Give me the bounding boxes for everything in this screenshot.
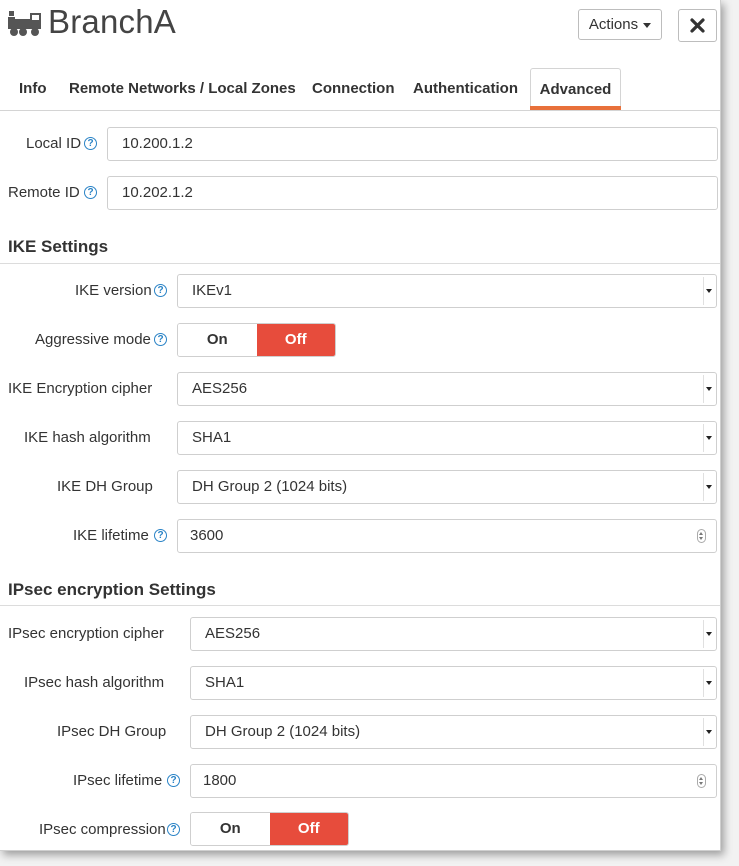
select-arrow-icon <box>703 669 714 697</box>
aggressive-on-option[interactable]: On <box>178 324 257 356</box>
ike-lifetime-value: 3600 <box>190 527 224 544</box>
panel-header: BranchA Actions <box>0 0 720 52</box>
ike-dh-label: IKE DH Group <box>57 478 153 495</box>
tab-bar: Info Remote Networks / Local Zones Conne… <box>0 68 720 111</box>
vpn-peer-panel: BranchA Actions Info Remote Networks / L… <box>0 0 721 851</box>
tab-remote-networks[interactable]: Remote Networks / Local Zones <box>69 68 296 109</box>
select-arrow-icon <box>703 277 714 305</box>
number-spinner-icon[interactable] <box>697 774 706 788</box>
ipsec-cipher-label: IPsec encryption cipher <box>8 625 164 642</box>
select-arrow-icon <box>703 424 714 452</box>
help-icon[interactable]: ? <box>154 529 167 542</box>
ipsec-hash-select[interactable]: SHA1 <box>190 666 717 700</box>
ipsec-cipher-value: AES256 <box>205 625 261 642</box>
aggressive-mode-toggle[interactable]: On Off <box>177 323 336 357</box>
ike-version-select[interactable]: IKEv1 <box>177 274 717 308</box>
ike-cipher-select[interactable]: AES256 <box>177 372 717 406</box>
caret-down-icon <box>643 23 652 28</box>
actions-button[interactable]: Actions <box>578 9 662 40</box>
ipsec-lifetime-label: IPsec lifetime <box>73 772 163 789</box>
aggressive-mode-label: Aggressive mode <box>35 331 151 348</box>
remote-id-field[interactable]: 10.202.1.2 <box>107 176 718 210</box>
ike-hash-label: IKE hash algorithm <box>24 429 151 446</box>
select-arrow-icon <box>703 473 714 501</box>
ike-lifetime-input[interactable]: 3600 <box>177 519 717 553</box>
aggressive-off-option[interactable]: Off <box>256 324 335 356</box>
close-icon <box>690 18 705 33</box>
select-arrow-icon <box>703 718 714 746</box>
ike-version-value: IKEv1 <box>192 282 233 299</box>
page-title: BranchA <box>48 3 176 40</box>
select-arrow-icon <box>703 620 714 648</box>
ipsec-compression-toggle[interactable]: On Off <box>190 812 349 846</box>
help-icon[interactable]: ? <box>84 137 97 150</box>
help-icon[interactable]: ? <box>154 333 167 346</box>
ipsec-lifetime-input[interactable]: 1800 <box>190 764 717 798</box>
section-divider <box>0 263 720 264</box>
ipsec-cipher-select[interactable]: AES256 <box>190 617 717 651</box>
compression-off-option[interactable]: Off <box>269 813 348 845</box>
ipsec-dh-label: IPsec DH Group <box>57 723 167 740</box>
local-id-label: Local ID <box>26 135 82 152</box>
number-spinner-icon[interactable] <box>697 529 706 543</box>
tab-advanced[interactable]: Advanced <box>530 68 621 110</box>
ike-dh-select[interactable]: DH Group 2 (1024 bits) <box>177 470 717 504</box>
ipsec-dh-select[interactable]: DH Group 2 (1024 bits) <box>190 715 717 749</box>
ipsec-compression-label: IPsec compression <box>39 821 166 838</box>
ike-lifetime-label: IKE lifetime <box>73 527 149 544</box>
help-icon[interactable]: ? <box>84 186 97 199</box>
ipsec-hash-value: SHA1 <box>205 674 245 691</box>
ike-version-label: IKE version <box>75 282 152 299</box>
select-arrow-icon <box>703 375 714 403</box>
help-icon[interactable]: ? <box>167 774 180 787</box>
local-id-field[interactable]: 10.200.1.2 <box>107 127 718 161</box>
ike-dh-value: DH Group 2 (1024 bits) <box>192 478 348 495</box>
ike-settings-heading: IKE Settings <box>8 237 109 256</box>
remote-id-label: Remote ID <box>8 184 80 201</box>
actions-label: Actions <box>588 16 639 33</box>
ike-hash-value: SHA1 <box>192 429 232 446</box>
ike-hash-select[interactable]: SHA1 <box>177 421 717 455</box>
tab-connection[interactable]: Connection <box>312 68 395 109</box>
ike-cipher-value: AES256 <box>192 380 248 397</box>
help-icon[interactable]: ? <box>167 823 180 836</box>
ipsec-lifetime-value: 1800 <box>203 772 237 789</box>
ike-cipher-label: IKE Encryption cipher <box>8 380 153 397</box>
ipsec-dh-value: DH Group 2 (1024 bits) <box>205 723 361 740</box>
help-icon[interactable]: ? <box>154 284 167 297</box>
compression-on-option[interactable]: On <box>191 813 270 845</box>
close-button[interactable] <box>678 9 717 42</box>
ipsec-hash-label: IPsec hash algorithm <box>24 674 165 691</box>
tab-info[interactable]: Info <box>19 68 47 109</box>
train-icon <box>8 11 41 36</box>
ipsec-settings-heading: IPsec encryption Settings <box>8 580 216 599</box>
section-divider <box>0 605 720 606</box>
tab-authentication[interactable]: Authentication <box>413 68 518 109</box>
